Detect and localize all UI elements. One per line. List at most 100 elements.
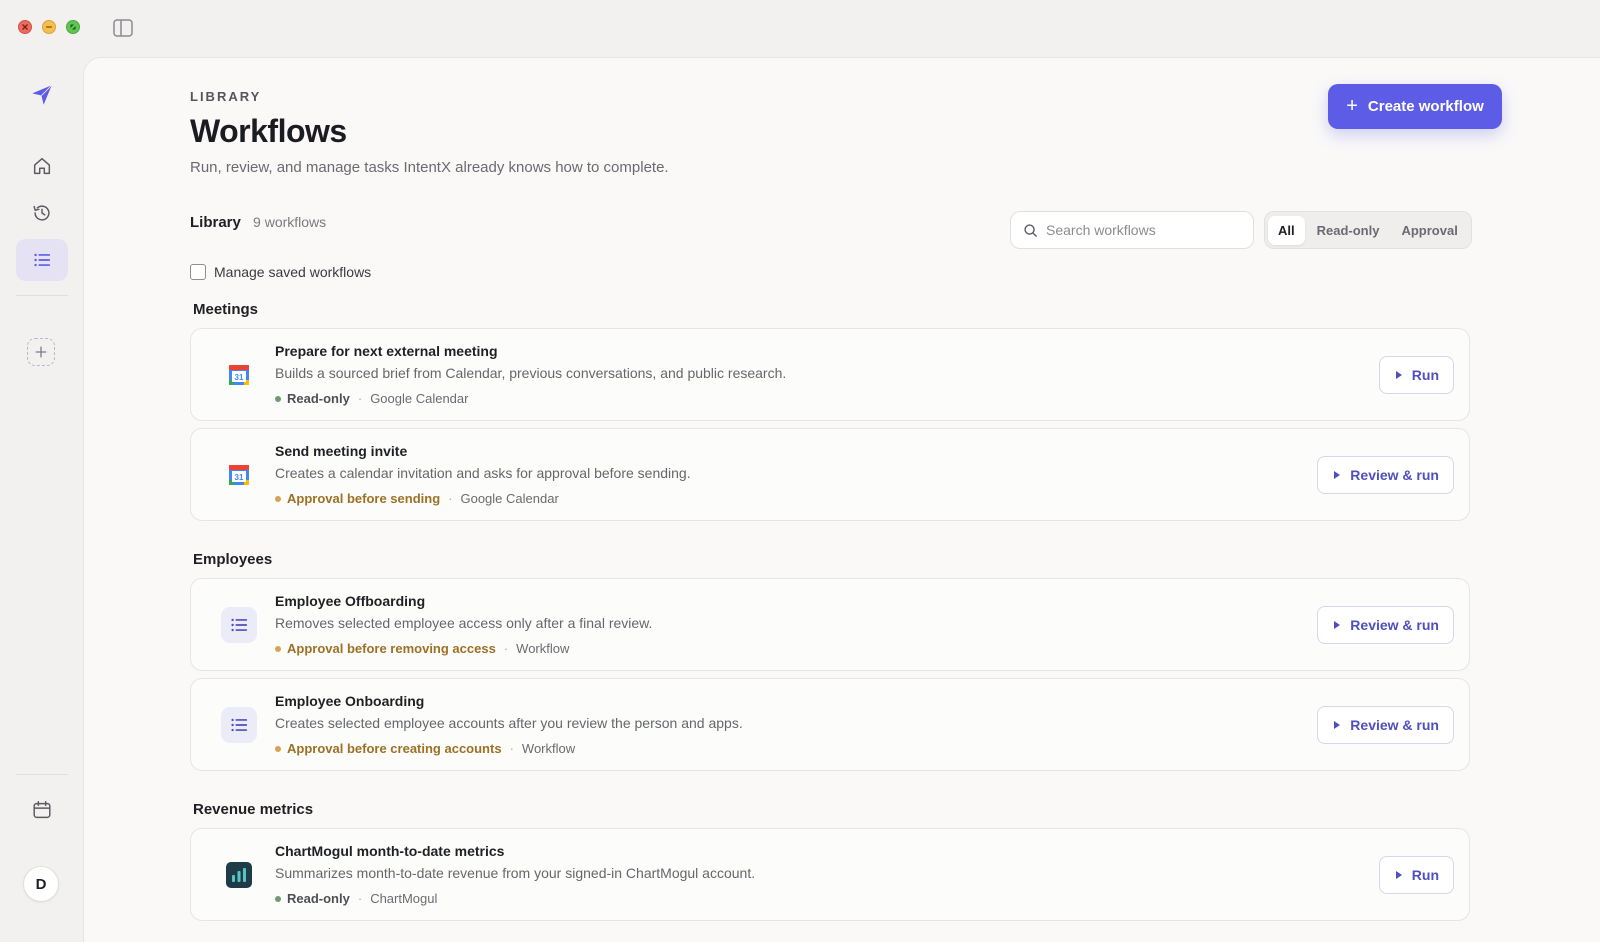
meta-separator: · — [503, 641, 509, 656]
play-icon — [1395, 871, 1402, 879]
card-meta: Read-only · Google Calendar — [275, 391, 468, 406]
run-button-label: Run — [1411, 367, 1439, 383]
run-button-label: Review & run — [1350, 467, 1439, 483]
card-title: Employee Onboarding — [275, 693, 425, 709]
card-title: ChartMogul month-to-date metrics — [275, 843, 505, 859]
status-badge: Approval before creating accounts — [287, 741, 502, 756]
minimize-icon — [46, 26, 52, 28]
list-icon — [34, 253, 51, 267]
play-icon — [1395, 371, 1402, 379]
sidebar-toggle-icon — [113, 19, 133, 37]
status-dot — [275, 395, 281, 402]
status-badge: Approval before removing access — [287, 641, 496, 656]
status-dot — [275, 745, 281, 752]
window-controls — [18, 20, 80, 34]
filter-read-only[interactable]: Read-only — [1307, 216, 1390, 245]
sidebar-item-history[interactable] — [16, 192, 68, 234]
create-workflow-label: Create workflow — [1367, 98, 1484, 115]
card-meta: Approval before sending · Google Calenda… — [275, 491, 559, 506]
status-dot — [275, 645, 281, 652]
workflow-card[interactable]: 31 Prepare for next external meeting Bui… — [190, 328, 1470, 421]
maximize-window-button[interactable] — [66, 20, 80, 34]
avatar[interactable]: D — [23, 866, 59, 902]
calendar-icon — [33, 801, 51, 819]
card-description: Removes selected employee access only af… — [275, 615, 653, 631]
meta-separator: · — [448, 491, 453, 506]
manage-checkbox[interactable] — [190, 264, 206, 280]
workflow-card[interactable]: Employee Onboarding Creates selected emp… — [190, 678, 1470, 771]
review-and-run-button[interactable]: Review & run — [1317, 456, 1454, 494]
status-badge: Read-only — [287, 391, 350, 406]
minimize-window-button[interactable] — [42, 20, 56, 34]
sidebar-divider — [16, 774, 68, 775]
list-icon — [221, 707, 257, 743]
card-description: Builds a sourced brief from Calendar, pr… — [275, 365, 787, 381]
play-icon — [1334, 471, 1341, 479]
search-input[interactable] — [1046, 222, 1236, 238]
sidebar: D — [0, 58, 82, 942]
card-title: Send meeting invite — [275, 443, 408, 459]
meta-separator: · — [357, 891, 363, 906]
status-badge: Read-only — [287, 891, 350, 906]
library-header: Library 9 workflows — [190, 214, 326, 231]
card-description: Summarizes month-to-date revenue from yo… — [275, 865, 756, 881]
google-calendar-icon: 31 — [221, 357, 257, 393]
source-label: Google Calendar — [370, 391, 469, 406]
card-title: Employee Offboarding — [275, 593, 426, 609]
close-window-button[interactable] — [18, 20, 32, 34]
library-label: Library — [190, 214, 241, 231]
section-title-employees: Employees — [193, 551, 273, 568]
workflow-card[interactable]: ChartMogul month-to-date metrics Summari… — [190, 828, 1470, 921]
run-button-label: Review & run — [1350, 617, 1439, 633]
run-button[interactable]: Run — [1378, 856, 1454, 894]
history-icon — [33, 205, 50, 221]
create-workflow-button[interactable]: + Create workflow — [1328, 84, 1502, 129]
chartmogul-icon — [221, 857, 257, 893]
filter-approval[interactable]: Approval — [1391, 216, 1467, 245]
section-title-revenue-metrics: Revenue metrics — [193, 801, 314, 818]
main-panel: LIBRARY Workflows Run, review, and manag… — [83, 57, 1600, 942]
source-label: Workflow — [516, 641, 570, 656]
maximize-icon — [70, 24, 76, 30]
play-icon — [1334, 621, 1341, 629]
paper-plane-icon — [32, 84, 53, 105]
filter-all[interactable]: All — [1268, 215, 1305, 245]
workflow-card[interactable]: 31 Send meeting invite Creates a calenda… — [190, 428, 1470, 521]
card-description: Creates selected employee accounts after… — [275, 715, 743, 731]
search-box[interactable] — [1010, 211, 1254, 249]
card-meta: Approval before removing access · Workfl… — [275, 641, 569, 656]
sidebar-add-button[interactable] — [27, 338, 55, 366]
sidebar-toggle-button[interactable] — [112, 18, 134, 38]
sidebar-logo[interactable] — [16, 74, 68, 116]
source-label: Workflow — [521, 741, 576, 756]
manage-saved-workflows[interactable]: Manage saved workflows — [190, 264, 371, 280]
svg-text:31: 31 — [235, 473, 244, 482]
review-and-run-button[interactable]: Review & run — [1317, 706, 1454, 744]
search-icon — [1024, 223, 1037, 237]
card-meta: Read-only · ChartMogul — [275, 891, 437, 906]
page-title: Workflows — [190, 113, 347, 149]
review-and-run-button[interactable]: Review & run — [1317, 606, 1454, 644]
play-icon — [1334, 721, 1341, 729]
meta-separator: · — [509, 741, 514, 756]
run-button-label: Run — [1411, 867, 1439, 883]
sidebar-item-calendar[interactable] — [16, 789, 68, 831]
status-dot — [275, 495, 281, 502]
source-label: ChartMogul — [370, 891, 438, 906]
workflow-card[interactable]: Employee Offboarding Removes selected em… — [190, 578, 1470, 671]
section-title-meetings: Meetings — [193, 301, 259, 318]
sidebar-item-home[interactable] — [16, 145, 68, 187]
status-badge: Approval before sending — [287, 491, 441, 506]
home-icon — [33, 157, 51, 175]
card-description: Creates a calendar invitation and asks f… — [275, 465, 691, 481]
card-meta: Approval before creating accounts · Work… — [275, 741, 575, 756]
svg-text:31: 31 — [235, 373, 244, 382]
list-icon — [221, 607, 257, 643]
workflow-count: 9 workflows — [253, 214, 327, 230]
manage-label: Manage saved workflows — [214, 264, 372, 280]
page-eyebrow: LIBRARY — [190, 89, 262, 104]
sidebar-divider — [16, 295, 68, 296]
run-button[interactable]: Run — [1378, 356, 1454, 394]
source-label: Google Calendar — [460, 491, 559, 506]
sidebar-item-workflows[interactable] — [16, 239, 68, 281]
